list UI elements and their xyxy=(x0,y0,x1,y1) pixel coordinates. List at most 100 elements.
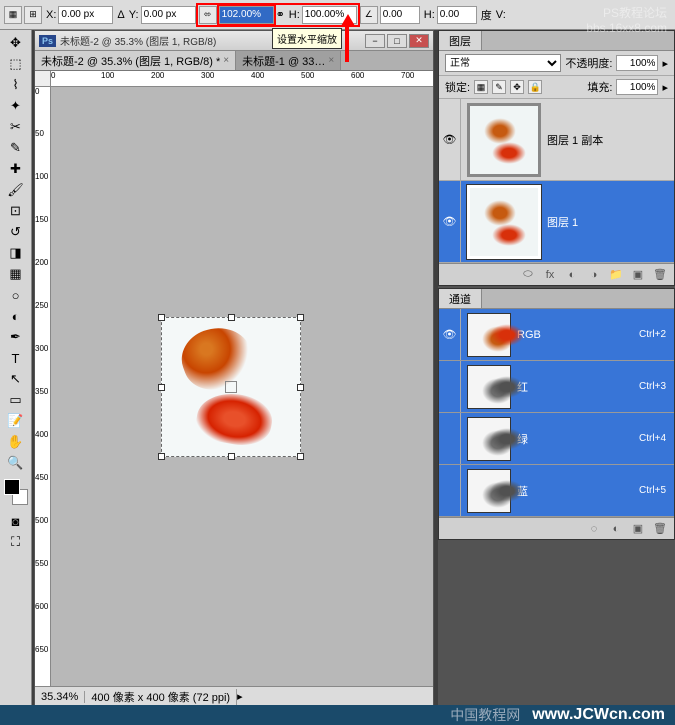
channel-row[interactable]: 红 Ctrl+3 xyxy=(439,361,674,413)
lock-position-icon[interactable]: ✥ xyxy=(510,80,524,94)
transform-handle[interactable] xyxy=(228,453,235,460)
transform-handle[interactable] xyxy=(297,384,304,391)
channel-row[interactable]: 绿 Ctrl+4 xyxy=(439,413,674,465)
zoom-level[interactable]: 35.34% xyxy=(35,691,85,703)
zoom-tool[interactable]: 🔍 xyxy=(4,453,28,473)
layer-name[interactable]: 图层 1 副本 xyxy=(547,132,674,148)
mask-icon[interactable]: ◐ xyxy=(564,267,580,283)
x-input[interactable] xyxy=(58,6,113,24)
layer-list: 👁 图层 1 副本 👁 图层 1 xyxy=(439,99,674,263)
lock-all-icon[interactable]: 🔒 xyxy=(528,80,542,94)
channel-thumbnail[interactable] xyxy=(467,365,511,409)
w2-input[interactable] xyxy=(380,6,420,24)
heal-tool[interactable]: ✚ xyxy=(4,159,28,179)
load-selection-icon[interactable]: ◌ xyxy=(586,521,602,537)
blend-mode-select[interactable]: 正常 xyxy=(445,54,561,72)
quickmask-tool[interactable]: ◙ xyxy=(4,511,28,531)
gradient-tool[interactable]: ▦ xyxy=(4,264,28,284)
y-input[interactable] xyxy=(141,6,196,24)
type-tool[interactable]: T xyxy=(4,348,28,368)
chevron-right-icon[interactable]: ▸ xyxy=(662,57,668,70)
blur-tool[interactable]: ○ xyxy=(4,285,28,305)
doc-info[interactable]: 400 像素 x 400 像素 (72 ppi) xyxy=(85,689,237,705)
lock-label: 锁定: xyxy=(445,79,470,95)
visibility-toggle[interactable] xyxy=(439,465,461,516)
minimize-button[interactable]: − xyxy=(365,34,385,48)
shape-tool[interactable]: ▭ xyxy=(4,390,28,410)
path-tool[interactable]: ↖ xyxy=(4,369,28,389)
pen-tool[interactable]: ✒ xyxy=(4,327,28,347)
layer-row[interactable]: 👁 图层 1 xyxy=(439,181,674,263)
width-scale-input[interactable] xyxy=(219,6,274,24)
reference-point-icon[interactable]: ⊞ xyxy=(24,6,42,24)
fill-input[interactable] xyxy=(616,79,658,95)
transform-handle[interactable] xyxy=(297,314,304,321)
visibility-toggle[interactable] xyxy=(439,361,461,412)
transform-handle[interactable] xyxy=(158,453,165,460)
transform-handle[interactable] xyxy=(297,453,304,460)
channel-thumbnail[interactable] xyxy=(467,313,511,357)
notes-tool[interactable]: 📝 xyxy=(4,411,28,431)
marquee-tool[interactable]: ⬚ xyxy=(4,54,28,74)
save-selection-icon[interactable]: ◐ xyxy=(608,521,624,537)
transform-handle[interactable] xyxy=(228,314,235,321)
tab-doc2[interactable]: 未标题-1 @ 33…× xyxy=(236,51,341,70)
layer-thumbnail[interactable] xyxy=(467,103,541,177)
eyedropper-tool[interactable]: ✎ xyxy=(4,138,28,158)
screen-mode-tool[interactable]: ⛶ xyxy=(4,532,28,552)
adjustment-icon[interactable]: ◑ xyxy=(586,267,602,283)
stamp-tool[interactable]: ⊡ xyxy=(4,201,28,221)
channel-row[interactable]: 蓝 Ctrl+5 xyxy=(439,465,674,517)
transform-center[interactable] xyxy=(225,381,237,393)
color-swatches[interactable] xyxy=(4,479,28,505)
h2-input[interactable] xyxy=(437,6,477,24)
visibility-toggle[interactable]: 👁 xyxy=(439,309,461,360)
lasso-tool[interactable]: ⌇ xyxy=(4,75,28,95)
lock-transparency-icon[interactable]: ▦ xyxy=(474,80,488,94)
visibility-toggle[interactable]: 👁 xyxy=(439,99,461,180)
visibility-toggle[interactable]: 👁 xyxy=(439,181,461,262)
transform-icon[interactable]: ▦ xyxy=(4,6,22,24)
new-layer-icon[interactable]: ▣ xyxy=(630,267,646,283)
maximize-button[interactable]: □ xyxy=(387,34,407,48)
lock-image-icon[interactable]: ✎ xyxy=(492,80,506,94)
document-titlebar[interactable]: Ps未标题-2 @ 35.3% (图层 1, RGB/8) − □ ✕ xyxy=(35,31,433,51)
dodge-tool[interactable]: ◐ xyxy=(4,306,28,326)
trash-icon[interactable]: 🗑 xyxy=(652,521,668,537)
brush-tool[interactable]: 🖌 xyxy=(4,180,28,200)
eraser-tool[interactable]: ◨ xyxy=(4,243,28,263)
layer-thumbnail[interactable] xyxy=(467,185,541,259)
channel-thumbnail[interactable] xyxy=(467,469,511,513)
link-icon[interactable]: ⚭ xyxy=(276,8,285,21)
visibility-toggle[interactable] xyxy=(439,413,461,464)
wand-tool[interactable]: ✦ xyxy=(4,96,28,116)
history-brush-tool[interactable]: ↺ xyxy=(4,222,28,242)
tab-channels[interactable]: 通道 xyxy=(439,289,482,308)
layer-name[interactable]: 图层 1 xyxy=(547,214,674,230)
tab-layers[interactable]: 图层 xyxy=(439,31,482,50)
chevron-right-icon[interactable]: ▸ xyxy=(662,81,668,94)
channel-name: RGB xyxy=(517,329,639,341)
canvas-viewport[interactable] xyxy=(51,87,433,686)
deg-label: 度 xyxy=(481,7,492,23)
link-layers-icon[interactable]: ⬭ xyxy=(520,267,536,283)
channel-thumbnail[interactable] xyxy=(467,417,511,461)
close-button[interactable]: ✕ xyxy=(409,34,429,48)
move-tool[interactable]: ✥ xyxy=(4,33,28,53)
trash-icon[interactable]: 🗑 xyxy=(652,267,668,283)
crop-tool[interactable]: ✂ xyxy=(4,117,28,137)
chevron-right-icon[interactable]: ▸ xyxy=(237,690,243,703)
fx-icon[interactable]: fx xyxy=(542,267,558,283)
close-icon[interactable]: × xyxy=(223,55,229,66)
new-channel-icon[interactable]: ▣ xyxy=(630,521,646,537)
opacity-input[interactable] xyxy=(616,55,658,71)
group-icon[interactable]: 📁 xyxy=(608,267,624,283)
hand-tool[interactable]: ✋ xyxy=(4,432,28,452)
close-icon[interactable]: × xyxy=(328,55,334,66)
transform-handle[interactable] xyxy=(158,314,165,321)
transform-bounding-box[interactable] xyxy=(161,317,301,457)
channel-row[interactable]: 👁 RGB Ctrl+2 xyxy=(439,309,674,361)
transform-handle[interactable] xyxy=(158,384,165,391)
layer-row[interactable]: 👁 图层 1 副本 xyxy=(439,99,674,181)
tab-doc1[interactable]: 未标题-2 @ 35.3% (图层 1, RGB/8) *× xyxy=(35,51,236,70)
